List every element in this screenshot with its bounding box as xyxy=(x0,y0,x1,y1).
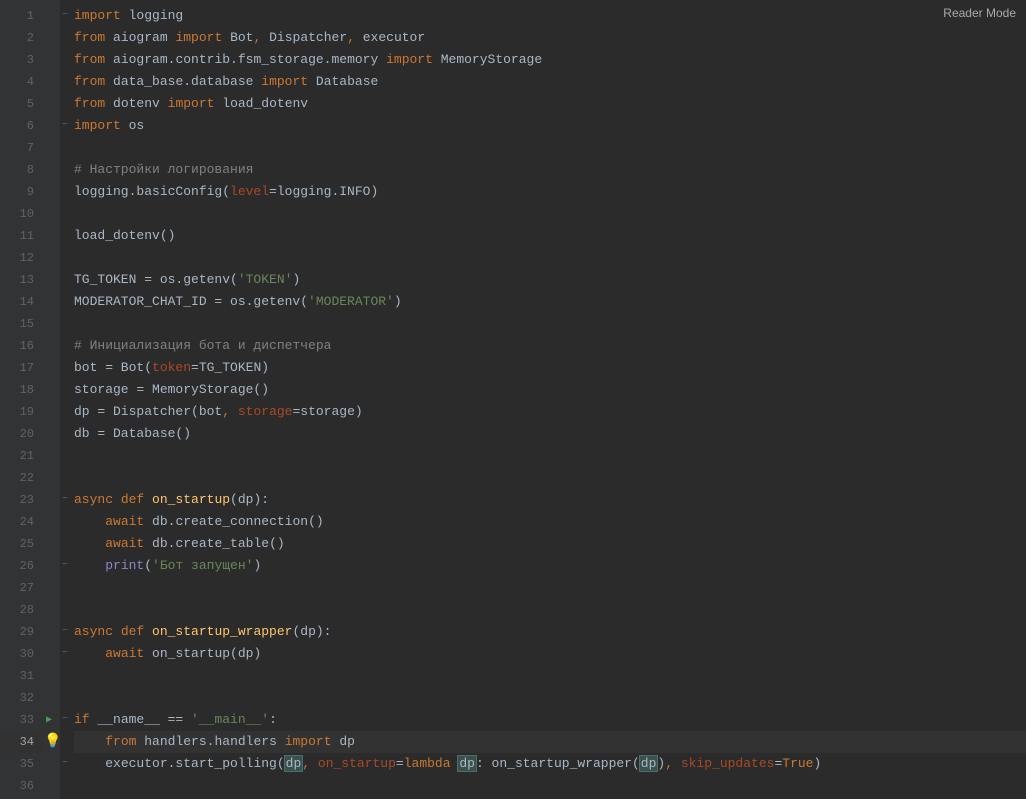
line-number: 21 xyxy=(0,445,44,467)
code-line[interactable]: load_dotenv() xyxy=(74,225,1026,247)
code-line[interactable] xyxy=(74,577,1026,599)
code-line[interactable]: # Настройки логирования xyxy=(74,159,1026,181)
line-number: 33 xyxy=(0,709,44,731)
code-line[interactable]: await on_startup(dp) xyxy=(74,643,1026,665)
code-line[interactable]: executor.start_polling(dp, on_startup=la… xyxy=(74,753,1026,775)
code-line[interactable] xyxy=(74,445,1026,467)
code-line[interactable] xyxy=(74,599,1026,621)
line-number: 4 xyxy=(0,71,44,93)
run-icon[interactable]: ▶ xyxy=(46,714,52,726)
code-line[interactable] xyxy=(74,247,1026,269)
line-number-gutter: 1234567891011121314151617181920212223242… xyxy=(0,0,44,799)
line-number: 30 xyxy=(0,643,44,665)
line-number: 31 xyxy=(0,665,44,687)
line-number: 26 xyxy=(0,555,44,577)
code-line[interactable]: dp = Dispatcher(bot, storage=storage) xyxy=(74,401,1026,423)
code-line[interactable] xyxy=(74,687,1026,709)
code-line[interactable]: logging.basicConfig(level=logging.INFO) xyxy=(74,181,1026,203)
line-number: 2 xyxy=(0,27,44,49)
code-line[interactable] xyxy=(74,467,1026,489)
code-line[interactable]: await db.create_connection() xyxy=(74,511,1026,533)
fold-icon[interactable]: − xyxy=(60,120,70,131)
code-line[interactable]: import logging xyxy=(74,5,1026,27)
line-number: 12 xyxy=(0,247,44,269)
code-line[interactable]: storage = MemoryStorage() xyxy=(74,379,1026,401)
line-number: 16 xyxy=(0,335,44,357)
code-area[interactable]: import loggingfrom aiogram import Bot, D… xyxy=(74,0,1026,799)
code-line[interactable]: db = Database() xyxy=(74,423,1026,445)
line-number: 3 xyxy=(0,49,44,71)
code-line[interactable]: from dotenv import load_dotenv xyxy=(74,93,1026,115)
code-line[interactable]: TG_TOKEN = os.getenv('TOKEN') xyxy=(74,269,1026,291)
code-line[interactable] xyxy=(74,137,1026,159)
code-line[interactable]: import os xyxy=(74,115,1026,137)
line-number: 32 xyxy=(0,687,44,709)
reader-mode-label[interactable]: Reader Mode xyxy=(943,6,1016,20)
code-line[interactable]: if __name__ == '__main__': xyxy=(74,709,1026,731)
fold-gutter: − − − − − − − − xyxy=(60,0,74,799)
fold-icon[interactable]: − xyxy=(60,714,70,725)
fold-icon[interactable]: − xyxy=(60,10,70,21)
line-number: 18 xyxy=(0,379,44,401)
line-number: 28 xyxy=(0,599,44,621)
fold-icon[interactable]: − xyxy=(60,648,70,659)
code-line[interactable]: from handlers.handlers import dp xyxy=(74,731,1026,753)
line-number: 29 xyxy=(0,621,44,643)
line-number: 10 xyxy=(0,203,44,225)
line-number: 15 xyxy=(0,313,44,335)
fold-icon[interactable]: − xyxy=(60,626,70,637)
code-line[interactable]: from data_base.database import Database xyxy=(74,71,1026,93)
code-line[interactable] xyxy=(74,313,1026,335)
line-number: 17 xyxy=(0,357,44,379)
line-number: 19 xyxy=(0,401,44,423)
code-line[interactable]: from aiogram.contrib.fsm_storage.memory … xyxy=(74,49,1026,71)
line-number: 13 xyxy=(0,269,44,291)
code-line[interactable]: print('Бот запущен') xyxy=(74,555,1026,577)
line-number: 23 xyxy=(0,489,44,511)
code-line[interactable]: await db.create_table() xyxy=(74,533,1026,555)
line-number: 35 xyxy=(0,753,44,775)
line-number: 11 xyxy=(0,225,44,247)
line-number: 25 xyxy=(0,533,44,555)
line-number: 7 xyxy=(0,137,44,159)
line-number: 9 xyxy=(0,181,44,203)
line-number: 8 xyxy=(0,159,44,181)
line-number: 1 xyxy=(0,5,44,27)
code-line[interactable]: async def on_startup(dp): xyxy=(74,489,1026,511)
line-number: 6 xyxy=(0,115,44,137)
run-gutter: ▶💡 xyxy=(44,0,60,799)
code-line[interactable]: from aiogram import Bot, Dispatcher, exe… xyxy=(74,27,1026,49)
line-number: 34 xyxy=(0,731,44,753)
line-number: 22 xyxy=(0,467,44,489)
line-number: 27 xyxy=(0,577,44,599)
code-line[interactable]: bot = Bot(token=TG_TOKEN) xyxy=(74,357,1026,379)
line-number: 20 xyxy=(0,423,44,445)
code-line[interactable]: # Инициализация бота и диспетчера xyxy=(74,335,1026,357)
code-line[interactable]: async def on_startup_wrapper(dp): xyxy=(74,621,1026,643)
code-line[interactable] xyxy=(74,665,1026,687)
fold-icon[interactable]: − xyxy=(60,560,70,571)
code-editor[interactable]: 1234567891011121314151617181920212223242… xyxy=(0,0,1026,799)
fold-icon[interactable]: − xyxy=(60,758,70,769)
lightbulb-icon[interactable]: 💡 xyxy=(44,733,61,750)
line-number: 36 xyxy=(0,775,44,797)
code-line[interactable] xyxy=(74,775,1026,797)
line-number: 14 xyxy=(0,291,44,313)
code-line[interactable]: MODERATOR_CHAT_ID = os.getenv('MODERATOR… xyxy=(74,291,1026,313)
line-number: 5 xyxy=(0,93,44,115)
code-line[interactable] xyxy=(74,203,1026,225)
line-number: 24 xyxy=(0,511,44,533)
fold-icon[interactable]: − xyxy=(60,494,70,505)
